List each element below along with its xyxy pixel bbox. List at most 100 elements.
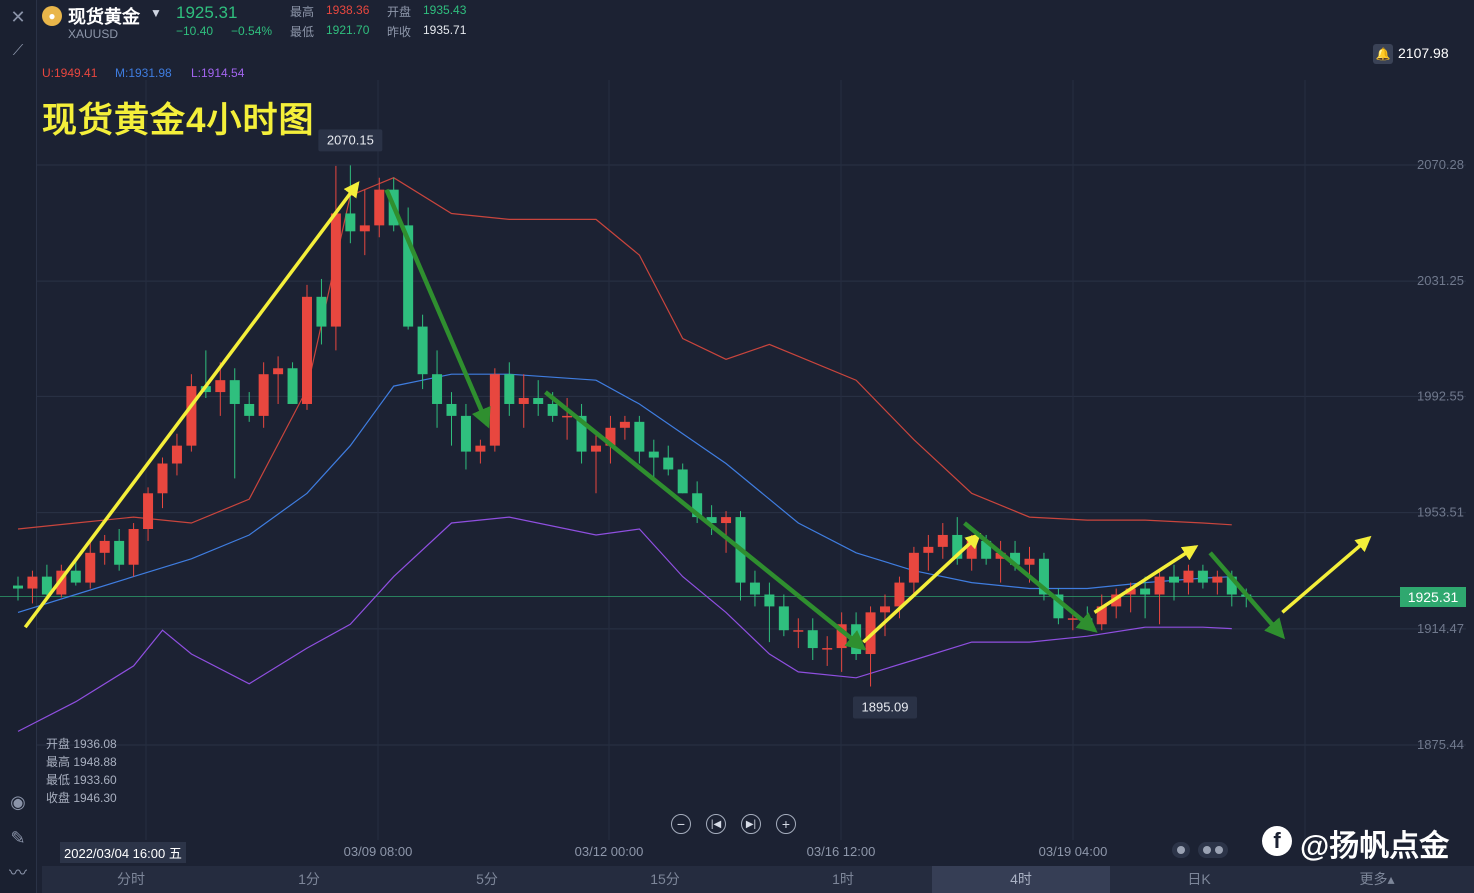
candle-body: [793, 630, 804, 632]
down-trend-arrow: [1208, 551, 1286, 640]
price-change: −10.40: [176, 24, 214, 38]
candle-body: [504, 374, 515, 404]
chart-app: ✕ ⟋ ◉ ✎ 〰 2070.28 2031.25 1992.55 1953.51 19…: [0, 0, 1474, 893]
candle-body: [287, 368, 298, 404]
candle-body: [822, 648, 833, 650]
boll-mid-value: M:1931.98: [115, 66, 172, 80]
candle-body: [345, 213, 356, 232]
x-tick-label: 03/16 12:00: [807, 844, 876, 859]
candle-body: [186, 386, 197, 446]
candle-body: [432, 374, 443, 404]
candle-body: [591, 445, 601, 452]
candle-body: [533, 398, 544, 404]
candle-body: [923, 546, 934, 553]
instrument-name[interactable]: 现货黄金: [68, 3, 140, 29]
tab-1hour[interactable]: 1时: [754, 866, 932, 893]
candle-body: [13, 585, 23, 589]
candle-body: [721, 517, 732, 524]
tab-more[interactable]: 更多▴: [1288, 866, 1466, 893]
boll-lower-value: L:1914.54: [191, 66, 245, 80]
candle-body: [316, 296, 327, 327]
candle-body: [302, 296, 312, 404]
candle-body: [1169, 576, 1179, 583]
last-price-tag: 1925.31: [1400, 587, 1466, 607]
candle-body: [937, 534, 948, 547]
candle-body: [634, 421, 645, 452]
candle-body: [908, 552, 919, 583]
tab-1min[interactable]: 1分: [220, 866, 398, 893]
tab-minute[interactable]: 分时: [42, 866, 220, 893]
pager-dot-double[interactable]: [1198, 842, 1228, 858]
candle-body: [619, 421, 630, 428]
candle-body: [273, 368, 284, 375]
candle-body: [1067, 618, 1078, 620]
candle-body: [562, 415, 573, 418]
y-tick-label: 1914.47: [1417, 621, 1464, 636]
chevron-down-icon[interactable]: ▼: [150, 6, 162, 20]
candle-body: [1140, 588, 1151, 595]
chart-grid: [0, 80, 1466, 840]
candle-body: [157, 463, 168, 494]
instrument-symbol: XAUUSD: [68, 27, 119, 41]
jump-start-button[interactable]: |◀: [706, 814, 726, 834]
bell-icon[interactable]: 🔔: [1373, 44, 1393, 64]
candle-body: [677, 469, 688, 494]
zoom-out-button[interactable]: −: [671, 814, 691, 834]
candle-body: [417, 326, 428, 375]
boll-lower-line: [17, 516, 1232, 732]
x-axis-ticks: 03/09 08:00 03/12 00:00 03/16 12:00 03/19 0…: [344, 844, 1108, 859]
y-axis-ticks: 2070.28 2031.25 1992.55 1953.51 1914.47 1875.…: [1417, 157, 1464, 752]
candle-body: [374, 189, 385, 226]
last-price: 1925.31: [176, 3, 238, 22]
candle-body: [1183, 570, 1194, 583]
candle-body: [27, 576, 38, 589]
tab-daily[interactable]: 日K: [1110, 866, 1288, 893]
candle-body: [359, 225, 370, 232]
up-trend-arrow: [23, 181, 360, 629]
up-trend-arrow: [862, 532, 982, 644]
high-value: 1938.36: [326, 3, 370, 17]
candle-body: [518, 398, 529, 404]
candle-body: [215, 380, 226, 393]
y-tick-label: 1992.55: [1417, 388, 1464, 403]
candle-body: [460, 415, 471, 452]
tab-15min[interactable]: 15分: [576, 866, 754, 893]
candle-body: [894, 582, 905, 607]
low-value: 1921.70: [326, 23, 370, 37]
y-tick-label: 2070.28: [1417, 157, 1464, 172]
boll-upper-value: U:1949.41: [42, 66, 98, 80]
ohlc-close: 收盘 1946.30: [46, 791, 117, 805]
candle-body: [880, 606, 890, 613]
y-tick-label: 1953.51: [1417, 505, 1464, 520]
down-trend-arrow: [963, 521, 1098, 633]
candle-body: [171, 445, 182, 464]
high-marker-label: 2070.15: [327, 132, 374, 147]
jump-end-button[interactable]: ▶|: [741, 814, 761, 834]
candle-body: [475, 445, 486, 452]
candle-body: [648, 451, 659, 458]
high-label: 最高: [290, 5, 315, 19]
x-tick-label: 03/12 00:00: [575, 844, 644, 859]
candle-body: [128, 529, 139, 565]
candle-body: [244, 403, 255, 416]
candle-body: [229, 380, 240, 404]
candle-body: [547, 403, 558, 416]
candle-body: [99, 540, 110, 553]
watermark-text: @扬帆点金: [1300, 830, 1450, 863]
y-tick-label: 2031.25: [1417, 273, 1464, 288]
tab-4hour[interactable]: 4时: [932, 866, 1110, 893]
candle-body: [807, 630, 818, 649]
watermark-logo: f: [1262, 826, 1292, 856]
candle-body: [1154, 576, 1165, 595]
low-label: 最低: [290, 25, 315, 39]
candle-body: [143, 493, 154, 530]
candle-body: [764, 594, 775, 607]
ohlc-low: 最低 1933.60: [46, 773, 117, 787]
pager-dot-single[interactable]: [1172, 842, 1190, 858]
candle-body: [114, 540, 125, 565]
y-tick-label: 1875.44: [1417, 737, 1464, 752]
zoom-in-button[interactable]: +: [776, 814, 796, 834]
period-tabbar: 分时 1分 5分 15分 1时 4时 日K 更多▴: [42, 866, 1474, 893]
candle-body: [663, 457, 674, 470]
tab-5min[interactable]: 5分: [398, 866, 576, 893]
